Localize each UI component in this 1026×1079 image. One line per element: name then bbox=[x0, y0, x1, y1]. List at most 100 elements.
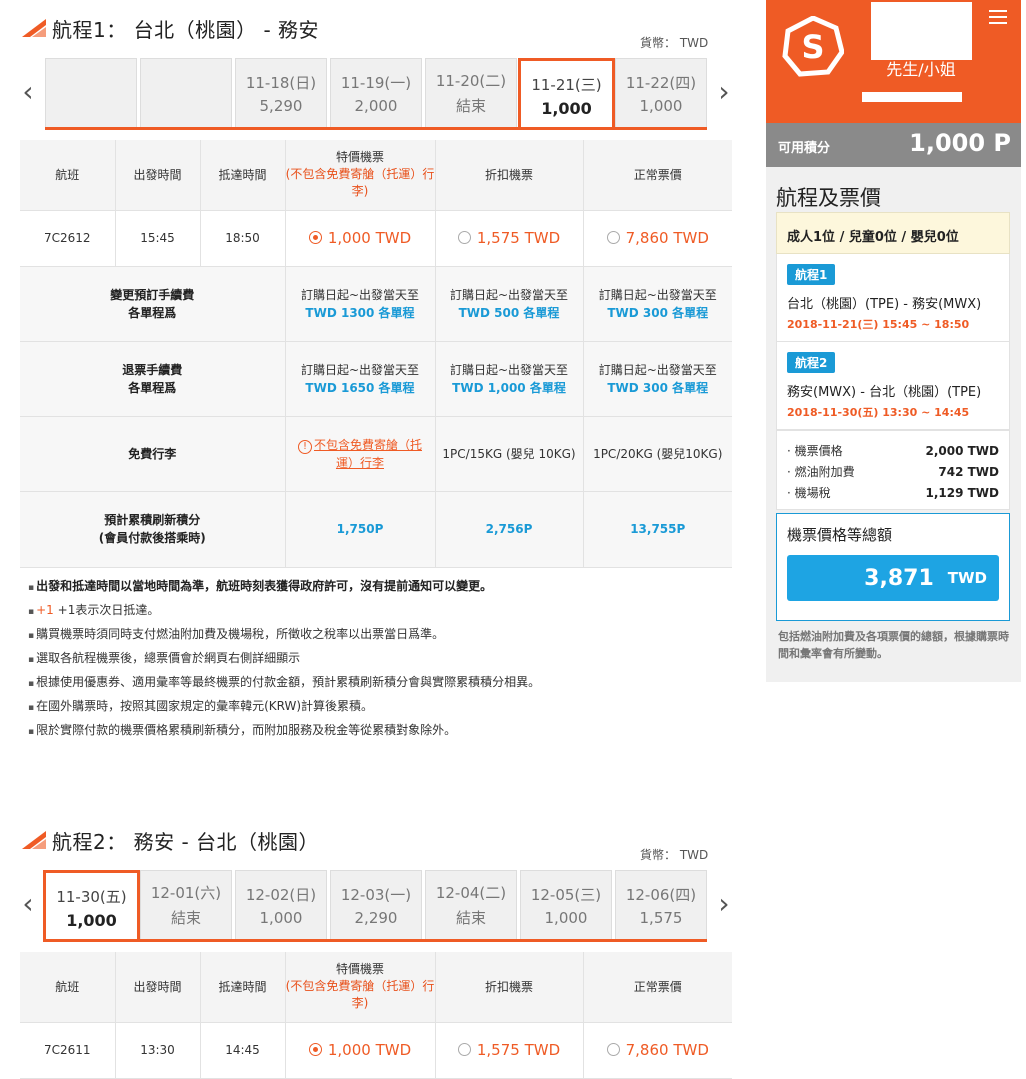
profile-photo-placeholder bbox=[871, 2, 972, 60]
fare-discount-option[interactable]: 1,575 TWD bbox=[435, 210, 584, 267]
fare-regular-option[interactable]: 7,860 TWD bbox=[583, 210, 732, 267]
prev-dates-arrow-icon[interactable]: ‹ bbox=[20, 72, 36, 112]
available-points: 可用積分 1,000 P bbox=[766, 123, 1021, 167]
user-name-mask bbox=[862, 92, 962, 102]
leg2-tag: 航程2 bbox=[787, 352, 836, 373]
leg2-title: 航程2： 務安 - 台北（桃園） bbox=[52, 829, 320, 854]
col-discount: 折扣機票 bbox=[435, 952, 584, 1023]
date-tab-price: 1,000 bbox=[639, 96, 683, 115]
note-item: 限於實際付款的機票價格累積刷新積分，而附加服務及稅金等從累積對象除外。 bbox=[28, 718, 540, 742]
prev-dates-arrow-icon[interactable]: ‹ bbox=[20, 884, 36, 924]
flag-icon bbox=[22, 19, 46, 37]
refund-fee-label: 退票手續費 各單程爲 bbox=[20, 341, 286, 417]
flight-number: 7C2611 bbox=[20, 1022, 116, 1079]
radio-icon[interactable] bbox=[606, 1043, 620, 1057]
date-tab-price: 1,000 bbox=[541, 98, 592, 118]
leg1-fare-table: 航班 出發時間 抵達時間 特價機票 (不包含免費寄艙（托運）行 李) 折扣機票 … bbox=[20, 140, 732, 568]
date-tab-date: 12-03(一) bbox=[340, 885, 412, 904]
next-dates-arrow-icon[interactable]: › bbox=[716, 884, 732, 924]
refund-fee-regular: 訂購日起~出發當天至 TWD 300 各單程 bbox=[583, 341, 732, 417]
date-tab-price: 2,290 bbox=[354, 908, 398, 927]
info-icon: ! bbox=[297, 439, 312, 454]
date-tab[interactable]: 11-22(四) 1,000 bbox=[615, 58, 707, 128]
points-value: 1,000 P bbox=[909, 129, 1011, 157]
radio-selected-icon[interactable] bbox=[308, 1043, 322, 1057]
date-tab[interactable]: 11-30(五) 1,000 bbox=[43, 870, 140, 942]
points-discount: 2,756P bbox=[435, 491, 584, 568]
date-tab[interactable]: 12-01(六) 結束 bbox=[140, 870, 232, 940]
baggage-special-link[interactable]: ! 不包含免費寄艙（托 運）行李 bbox=[285, 416, 436, 492]
radio-icon[interactable] bbox=[457, 1043, 471, 1057]
dep-time: 15:45 bbox=[115, 210, 201, 267]
date-tab[interactable]: 11-21(三) 1,000 bbox=[518, 58, 615, 130]
col-special: 特價機票 (不包含免費寄艙（托運）行 李) bbox=[285, 140, 436, 211]
summary-leg1: 航程1 台北（桃園）(TPE) - 務安(MWX) 2018-11-21(三) … bbox=[776, 254, 1010, 342]
date-tab[interactable]: 12-05(三) 1,000 bbox=[520, 870, 612, 940]
date-tab[interactable]: 12-03(一) 2,290 bbox=[330, 870, 422, 940]
leg2-route: 務安(MWX) - 台北（桃園）(TPE) bbox=[787, 385, 982, 400]
date-tab-price: 1,000 bbox=[544, 908, 588, 927]
refund-fee-discount: 訂購日起~出發當天至 TWD 1,000 各單程 bbox=[435, 341, 584, 417]
leg2-heading: 航程2： 務安 - 台北（桃園） bbox=[22, 822, 319, 858]
fare-breakdown: 機票價格2,000 TWD 燃油附加費742 TWD 機場稅1,129 TWD bbox=[776, 430, 1010, 510]
date-tab-date: 11-19(一) bbox=[340, 73, 412, 92]
date-tab bbox=[45, 58, 137, 128]
date-tab-date: 12-02(日) bbox=[245, 885, 317, 904]
fare-row: 機場稅1,129 TWD bbox=[787, 483, 999, 504]
itinerary-heading: 航程及票價 bbox=[776, 186, 881, 210]
fare-special-option[interactable]: 1,000 TWD bbox=[285, 1022, 436, 1079]
total-fare-box: 機票價格等總額 3,871 TWD bbox=[776, 513, 1010, 621]
leg1-date-underline bbox=[45, 127, 707, 130]
date-tab[interactable]: 12-04(二) 結束 bbox=[425, 870, 517, 940]
date-tab-price: 結束 bbox=[170, 909, 201, 927]
date-tab[interactable]: 12-06(四) 1,575 bbox=[615, 870, 707, 940]
arr-time: 18:50 bbox=[200, 210, 286, 267]
date-tab-date: 11-20(二) bbox=[435, 72, 507, 90]
radio-icon[interactable] bbox=[606, 231, 620, 245]
date-tab-date: 12-04(二) bbox=[435, 884, 507, 902]
date-tab-date: 12-06(四) bbox=[625, 885, 697, 904]
notes-list: 出發和抵達時間以當地時間為準，航班時刻表獲得政府許可，沒有提前通知可以變更。 +… bbox=[28, 574, 540, 742]
note-item: +1 +1表示次日抵達。 bbox=[28, 598, 540, 622]
leg1-date-selector: ‹ 11-18(日) 5,290 11-19(一) 2,000 11-20(二) 結束 11… bbox=[20, 58, 740, 130]
baggage-discount: 1PC/15KG (嬰兒 10KG) bbox=[435, 416, 584, 492]
col-flight: 航班 bbox=[20, 952, 116, 1023]
arr-time: 14:45 bbox=[200, 1022, 286, 1079]
flight-selection: 航程1： 台北（桃園） - 務安 貨幣： TWD ‹ 11-18(日) 5,290… bbox=[0, 0, 740, 1079]
menu-icon[interactable] bbox=[989, 10, 1007, 28]
note-item: 購買機票時須同時支付燃油附加費及機場稅，所徵收之稅率以出票當日爲準。 bbox=[28, 622, 540, 646]
total-label: 機票價格等總額 bbox=[787, 526, 893, 544]
leg1-tag: 航程1 bbox=[787, 264, 836, 285]
date-tab[interactable]: 11-20(二) 結束 bbox=[425, 58, 517, 128]
next-dates-arrow-icon[interactable]: › bbox=[716, 72, 732, 112]
baggage-label: 免費行李 bbox=[20, 416, 286, 492]
fare-discount-option[interactable]: 1,575 TWD bbox=[435, 1022, 584, 1079]
brand-logo-icon[interactable]: S bbox=[782, 15, 845, 78]
date-tab-price: 1,000 bbox=[66, 910, 117, 930]
date-tab-price: 5,290 bbox=[259, 96, 303, 115]
date-tab[interactable]: 11-18(日) 5,290 bbox=[235, 58, 327, 128]
fare-row: 機票價格2,000 TWD bbox=[787, 441, 999, 462]
col-arr: 抵達時間 bbox=[200, 952, 286, 1023]
col-dep: 出發時間 bbox=[115, 140, 201, 211]
change-fee-label: 變更預訂手續費 各單程爲 bbox=[20, 266, 286, 342]
note-item: 根據使用優惠券、適用彙率等最終機票的付款金額，預計累積刷新積分會與實際累積積分相… bbox=[28, 670, 540, 694]
leg2-currency: 貨幣： TWD bbox=[640, 848, 709, 862]
fare-special-option[interactable]: 1,000 TWD bbox=[285, 210, 436, 267]
date-tab[interactable]: 12-02(日) 1,000 bbox=[235, 870, 327, 940]
note-item: 出發和抵達時間以當地時間為準，航班時刻表獲得政府許可，沒有提前通知可以變更。 bbox=[28, 574, 540, 598]
passenger-count: 成人1位 / 兒童0位 / 嬰兒0位 bbox=[776, 212, 1010, 254]
note-item: 選取各航程機票後，總票價會於網頁右側詳細顯示 bbox=[28, 646, 540, 670]
fare-regular-option[interactable]: 7,860 TWD bbox=[583, 1022, 732, 1079]
date-tab[interactable]: 11-19(一) 2,000 bbox=[330, 58, 422, 128]
change-fee-regular: 訂購日起~出發當天至 TWD 300 各單程 bbox=[583, 266, 732, 342]
leg1-currency: 貨幣： TWD bbox=[640, 36, 709, 50]
date-tab-price: 2,000 bbox=[354, 96, 398, 115]
total-footnote: 包括燃油附加費及各項票價的總額，根據購票時間和彙率會有所變動。 bbox=[778, 630, 1009, 660]
svg-text:S: S bbox=[801, 28, 824, 66]
col-arr: 抵達時間 bbox=[200, 140, 286, 211]
radio-icon[interactable] bbox=[457, 231, 471, 245]
note-item: 在國外購票時，按照其國家規定的彙率韓元(KRW)計算後累積。 bbox=[28, 694, 540, 718]
radio-selected-icon[interactable] bbox=[308, 231, 322, 245]
total-amount-button[interactable]: 3,871 TWD bbox=[787, 555, 999, 601]
